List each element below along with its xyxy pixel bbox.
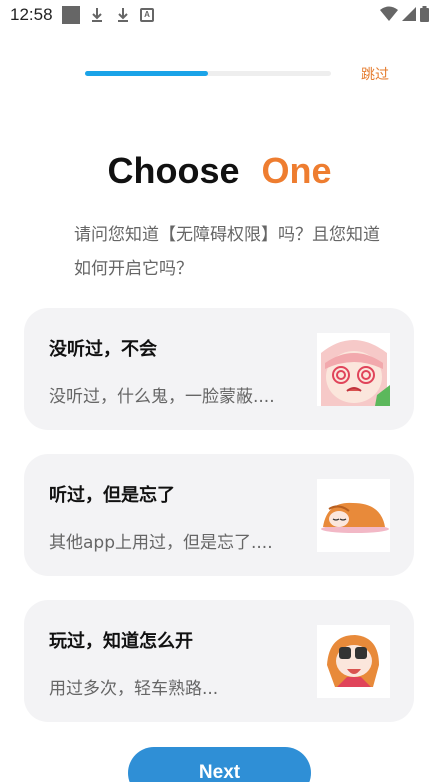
status-time: 12:58 [10, 5, 53, 24]
option-title: 没听过，不会 [49, 339, 157, 360]
app-a-icon: A [140, 8, 154, 22]
status-icons-right [380, 6, 429, 22]
anime-girl-binoculars-icon [317, 625, 390, 698]
skip-button[interactable]: 跳过 [361, 64, 389, 84]
question-text: 请问您知道【无障碍权限】吗？且您知道如何开启它吗？ [74, 225, 380, 279]
title-choose: Choose [107, 150, 240, 191]
download-icon [118, 8, 128, 22]
signal-icon [402, 7, 416, 21]
option-card-know-how[interactable]: 玩过，知道怎么开 用过多次，轻车熟路... [24, 600, 414, 722]
wifi-icon [380, 6, 398, 21]
option-subtitle: 用过多次，轻车熟路... [49, 679, 219, 699]
option-title: 玩过，知道怎么开 [49, 631, 193, 652]
progress-fill [85, 71, 208, 76]
option-subtitle: 其他app上用过，但是忘了.... [49, 533, 273, 553]
status-icons-left: A [62, 6, 154, 24]
option-card-never-heard[interactable]: 没听过，不会 没听过，什么鬼，一脸蒙蔽.... [24, 308, 414, 430]
option-subtitle: 没听过，什么鬼，一脸蒙蔽.... [49, 387, 275, 407]
option-title: 听过，但是忘了 [49, 485, 175, 506]
next-button[interactable]: Next [128, 747, 311, 782]
option-card-forgot[interactable]: 听过，但是忘了 其他app上用过，但是忘了.... [24, 454, 414, 576]
progress-bar [85, 71, 331, 76]
title-one: One [261, 150, 332, 191]
page-title: Choose One [0, 150, 439, 192]
status-bar: 12:58 A [0, 0, 439, 30]
download-icon [92, 8, 102, 22]
square-notification-icon [62, 6, 80, 24]
battery-icon [420, 6, 429, 22]
anime-girl-sleeping-icon [317, 479, 390, 552]
anime-girl-confused-icon [317, 333, 390, 406]
